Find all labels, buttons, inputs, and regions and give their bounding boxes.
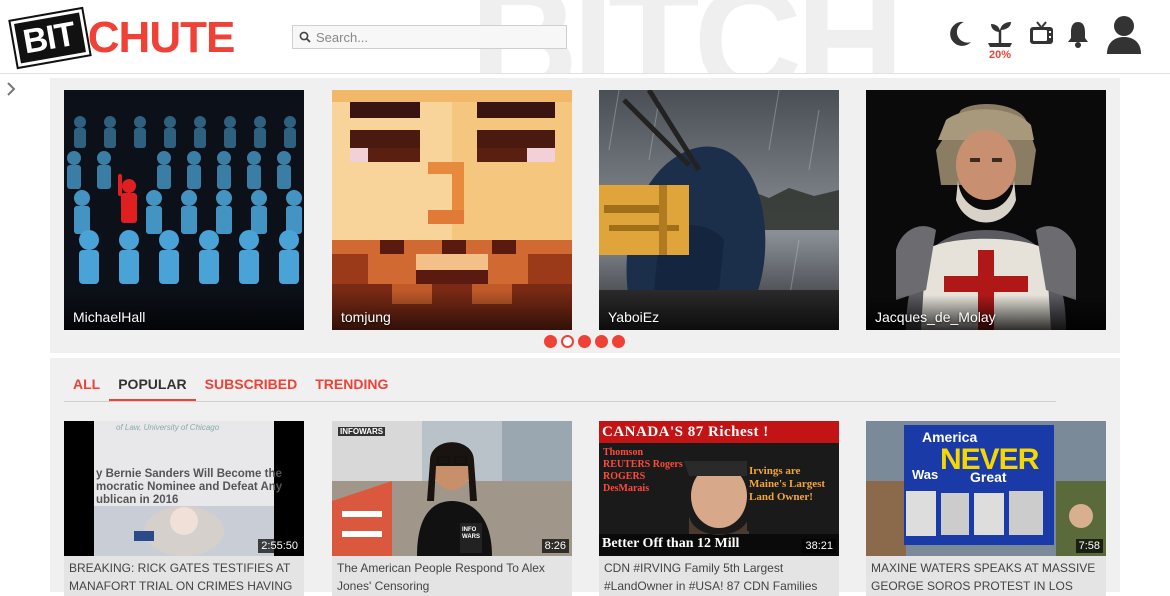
creator-thumbnail	[332, 90, 572, 330]
creator-thumbnail	[64, 90, 304, 330]
video-thumbnail[interactable]: America NEVER Was Great 7:58	[866, 421, 1106, 556]
upload-progress-text: 20%	[989, 49, 1012, 61]
creator-card[interactable]: YaboiEz	[599, 90, 839, 330]
thumb-irving-text: Irvings are Maine's Largest Land Owner!	[749, 465, 826, 503]
logo-chute: CHUTE	[87, 13, 236, 62]
creator-name[interactable]: MichaelHall	[73, 309, 145, 325]
creator-name[interactable]: Jacques_de_Molay	[875, 309, 996, 325]
thumb-great: Great	[970, 469, 1007, 485]
featured-creators-carousel: MichaelHall tomjung YaboiEz Jacques_de_M…	[50, 78, 1120, 353]
video-duration: 2:55:50	[258, 539, 301, 553]
creator-card[interactable]: tomjung	[332, 90, 572, 330]
search-box[interactable]	[292, 25, 567, 49]
thumb-headline: y Bernie Sanders Will Become the mocrati…	[96, 468, 282, 507]
video-duration: 8:26	[541, 539, 569, 553]
listing-tabs: ALL POPULAR SUBSCRIBED TRENDING	[64, 374, 1056, 402]
tab-popular[interactable]: POPULAR	[109, 374, 196, 401]
creator-card[interactable]: Jacques_de_Molay	[866, 90, 1106, 330]
thumbnail-image	[866, 421, 1106, 556]
carousel-dot-active[interactable]	[561, 335, 574, 348]
video-duration: 38:21	[802, 539, 836, 553]
tab-subscribed[interactable]: SUBSCRIBED	[196, 374, 307, 401]
carousel-pagination	[544, 335, 625, 348]
bell-icon[interactable]	[1066, 20, 1090, 48]
video-title[interactable]: The American People Respond To Alex Jone…	[332, 556, 572, 596]
search-icon	[299, 31, 311, 43]
video-title[interactable]: CDN #IRVING Family 5th Largest #LandOwne…	[599, 556, 839, 596]
thumb-names-text: Thomson REUTERS Rogers ROGERS DesMarais	[603, 447, 683, 494]
creator-name[interactable]: tomjung	[341, 309, 391, 325]
thumb-was: Was	[912, 467, 939, 482]
carousel-dot[interactable]	[544, 335, 557, 348]
video-thumbnail[interactable]: INFOWARS INFO WARS 8:26	[332, 421, 572, 556]
thumbnail-image	[332, 421, 572, 556]
video-title[interactable]: MAXINE WATERS SPEAKS AT MASSIVE GEORGE S…	[866, 556, 1106, 596]
creator-thumbnail	[599, 90, 839, 330]
bitchute-logo[interactable]: BIT CHUTE	[10, 9, 236, 67]
video-card[interactable]: America NEVER Was Great 7:58 MAXINE WATE…	[866, 421, 1106, 596]
video-card[interactable]: INFOWARS INFO WARS 8:26 The American Peo…	[332, 421, 572, 596]
thumb-brand: INFOWARS	[338, 427, 386, 436]
thumb-line: mocratic Nominee and Defeat Any	[96, 481, 283, 493]
thumb-caption: of Law, University of Chicago	[116, 423, 220, 432]
tab-all[interactable]: ALL	[64, 374, 109, 401]
tab-trending[interactable]: TRENDING	[306, 374, 397, 401]
video-card[interactable]: of Law, University of Chicago y Bernie S…	[64, 421, 304, 596]
user-icon[interactable]	[1105, 14, 1143, 56]
upload-sprout-icon[interactable]	[985, 18, 1015, 48]
video-duration: 7:58	[1075, 539, 1103, 553]
creator-name[interactable]: YaboiEz	[608, 309, 659, 325]
carousel-dot[interactable]	[578, 335, 591, 348]
moon-icon[interactable]	[947, 20, 973, 48]
thumb-bottom-text: Better Off than 12 Mill	[602, 536, 740, 551]
carousel-dot[interactable]	[595, 335, 608, 348]
logo-bit: BIT	[10, 9, 90, 67]
thumb-mic-label: INFO WARS	[462, 527, 480, 540]
tv-icon[interactable]	[1028, 20, 1055, 48]
top-header: BITCH BIT CHUTE 20%	[0, 0, 1170, 74]
search-input[interactable]	[316, 29, 556, 45]
video-card[interactable]: CANADA'S 87 Richest ! Thomson REUTERS Ro…	[599, 421, 839, 596]
thumb-line: ublican in 2016	[96, 494, 179, 506]
chevron-right-icon[interactable]	[4, 80, 18, 98]
video-thumbnail[interactable]: CANADA'S 87 Richest ! Thomson REUTERS Ro…	[599, 421, 839, 556]
video-thumbnail[interactable]: of Law, University of Chicago y Bernie S…	[64, 421, 304, 556]
carousel-dot[interactable]	[612, 335, 625, 348]
video-title[interactable]: BREAKING: RICK GATES TESTIFIES AT MANAFO…	[64, 556, 304, 596]
thumb-top-text: CANADA'S 87 Richest !	[602, 424, 769, 440]
creator-card[interactable]: MichaelHall	[64, 90, 304, 330]
creator-thumbnail	[866, 90, 1106, 330]
thumb-line: y Bernie Sanders Will Become the	[96, 468, 282, 480]
